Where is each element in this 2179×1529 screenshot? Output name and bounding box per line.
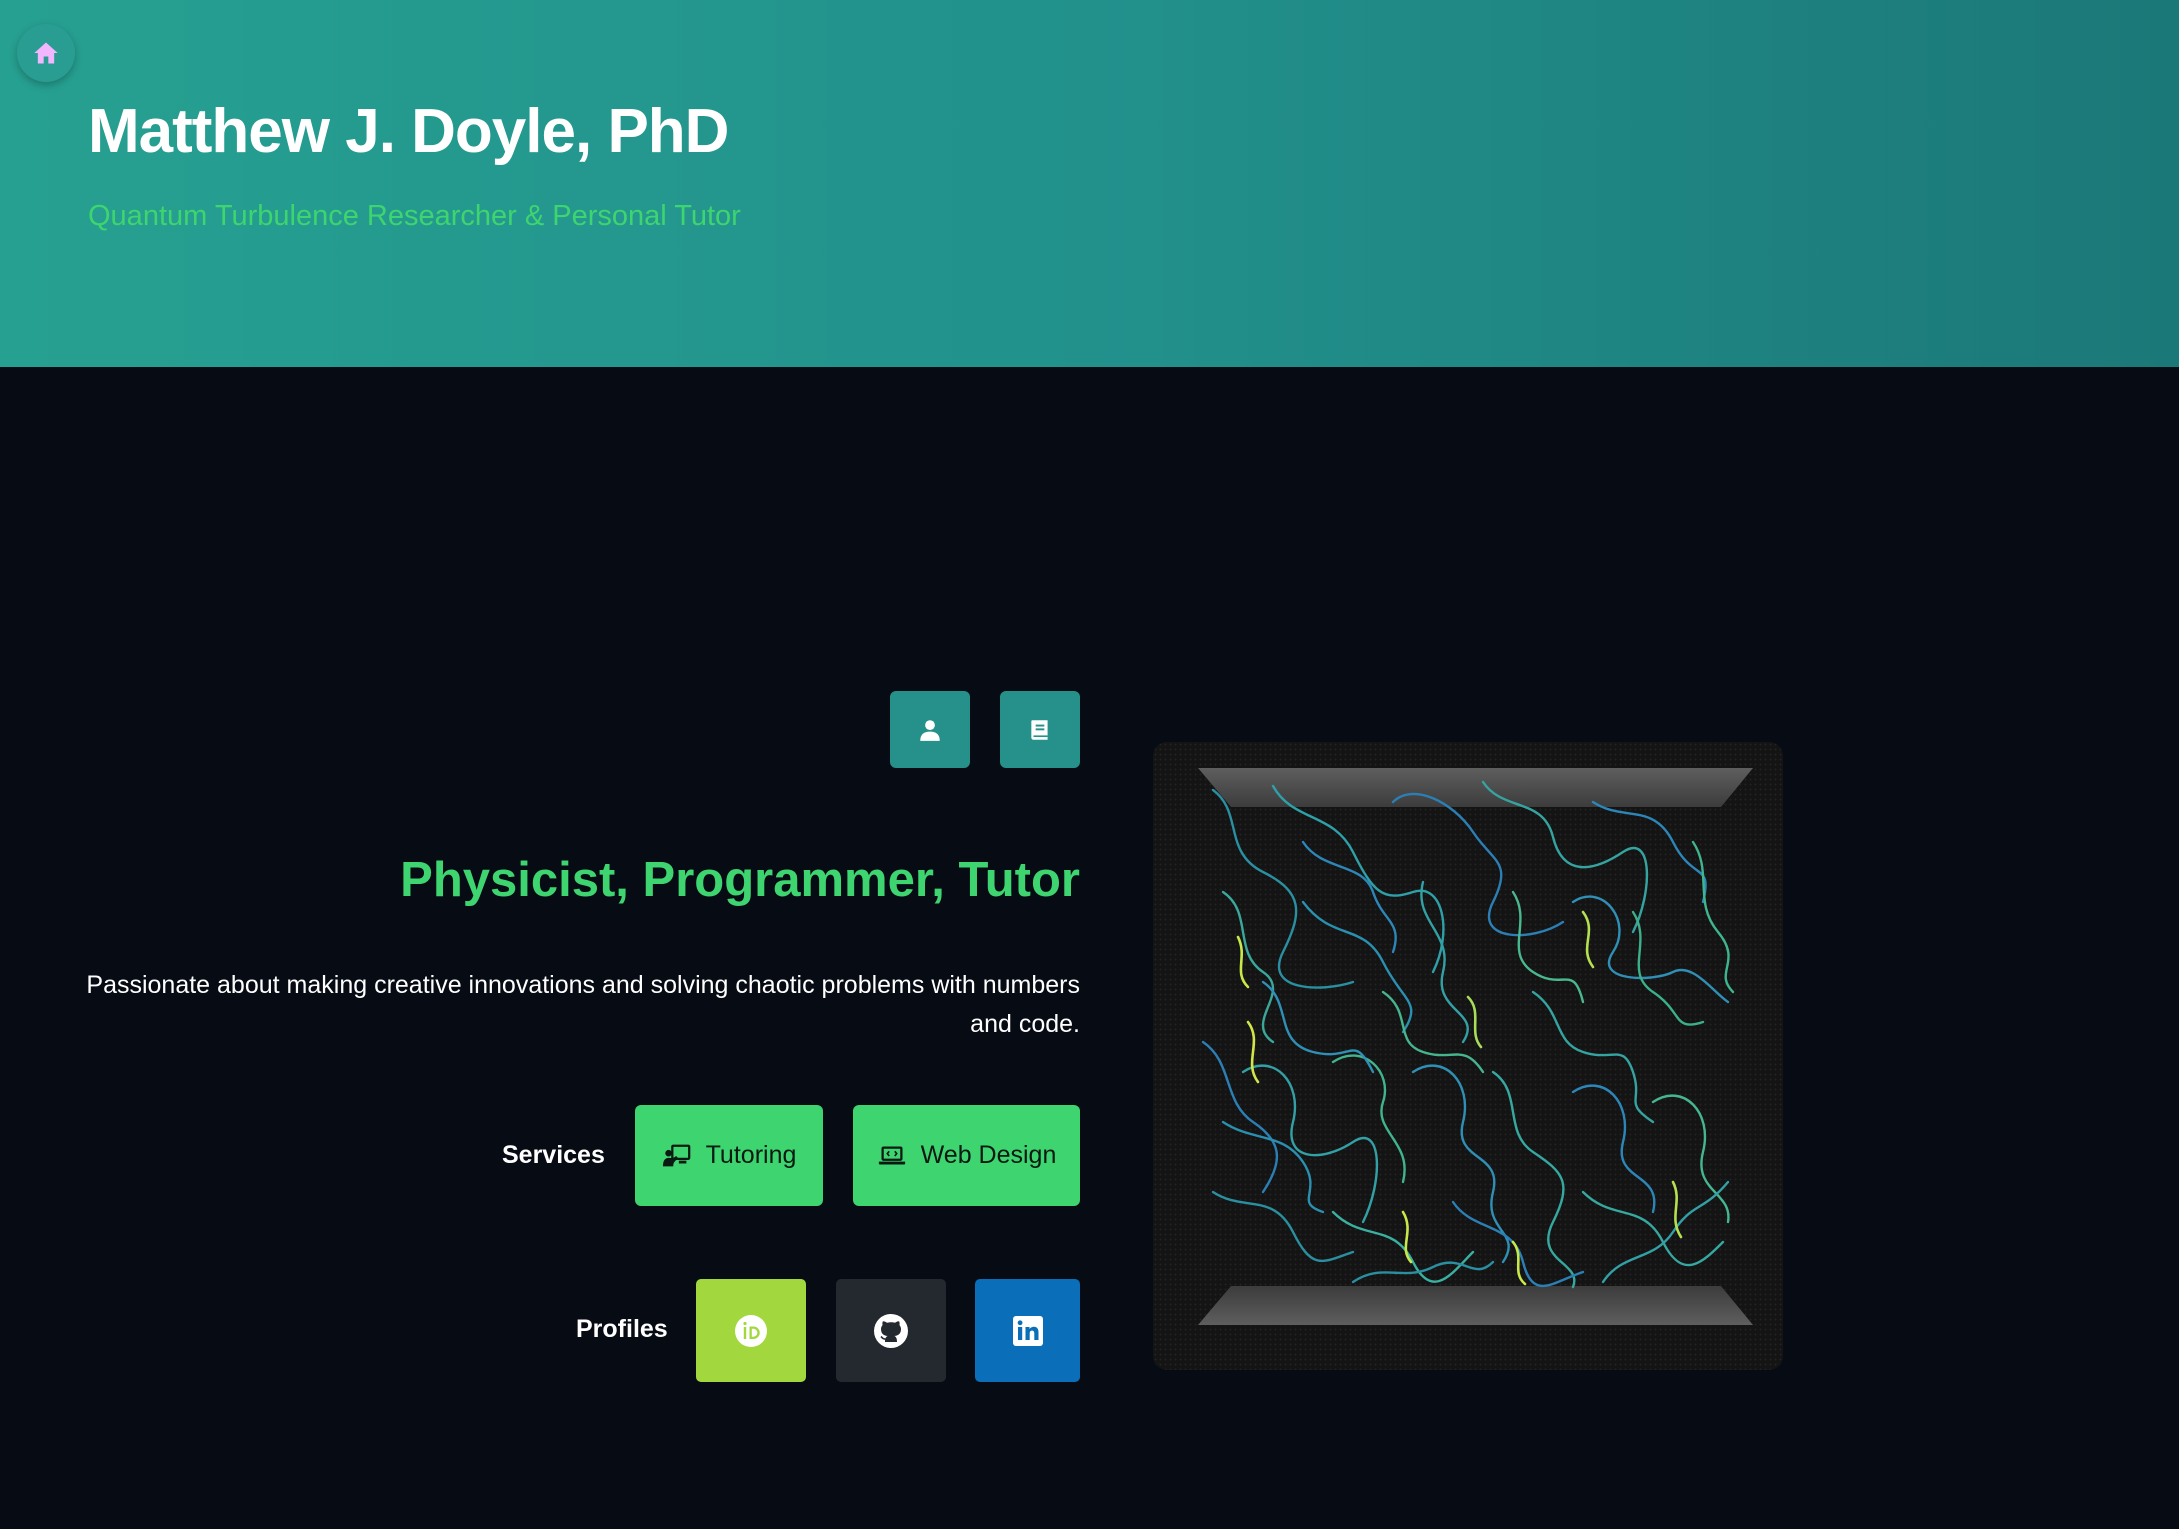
laptop-code-icon [878, 1145, 905, 1164]
bottom-plate [1198, 1286, 1753, 1325]
linkedin-icon [1012, 1315, 1043, 1346]
book-icon [1031, 719, 1048, 740]
page-title: Matthew J. Doyle, PhD [88, 97, 729, 166]
github-button[interactable] [836, 1279, 946, 1382]
resume-button[interactable] [1000, 691, 1080, 768]
tutoring-label: Tutoring [705, 1141, 797, 1169]
header: Matthew J. Doyle, PhD Quantum Turbulence… [0, 0, 2179, 367]
home-button[interactable] [17, 24, 75, 82]
tutoring-button[interactable]: Tutoring [635, 1105, 823, 1206]
user-icon [920, 719, 940, 741]
top-plate [1198, 768, 1753, 807]
web-design-button[interactable]: Web Design [853, 1105, 1080, 1206]
home-icon [34, 42, 58, 64]
teacher-icon [662, 1144, 690, 1166]
linkedin-button[interactable] [975, 1279, 1080, 1382]
profiles-label: Profiles [576, 1315, 668, 1343]
web-design-label: Web Design [920, 1141, 1057, 1169]
tagline: Physicist, Programmer, Tutor [400, 853, 1080, 907]
vortex-tangle-graphic [1198, 768, 1753, 1325]
github-icon [874, 1313, 908, 1348]
page-subtitle: Quantum Turbulence Researcher & Personal… [88, 200, 741, 232]
orcid-button[interactable] [696, 1279, 806, 1382]
vortex-lines [1201, 780, 1735, 1289]
page: Matthew J. Doyle, PhD Quantum Turbulence… [0, 0, 2179, 1529]
simulation-visualization [1153, 742, 1783, 1370]
orcid-icon [735, 1314, 767, 1347]
services-label: Services [502, 1141, 605, 1169]
description: Passionate about making creative innovat… [86, 971, 1080, 1038]
about-button[interactable] [890, 691, 970, 768]
